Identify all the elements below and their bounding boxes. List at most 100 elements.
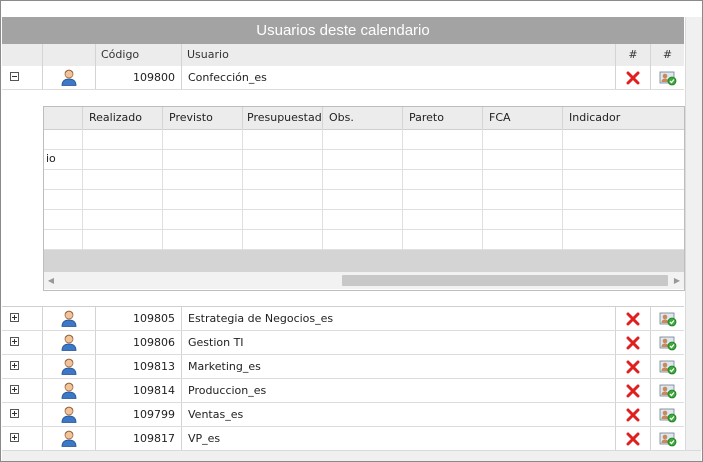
subgrid-horizontal-scrollbar[interactable]: ◀ ▶ [44, 272, 684, 289]
subgrid-header-presupuestado[interactable]: Presupuestado [243, 107, 323, 129]
subgrid-header-indicador[interactable]: Indicador [563, 107, 684, 129]
user-icon [43, 66, 96, 89]
table-row[interactable]: 109817 VP_es [2, 427, 684, 451]
subgrid-cell[interactable] [403, 129, 483, 149]
subgrid-cell[interactable] [163, 169, 243, 189]
expand-row-button[interactable] [10, 433, 19, 442]
subgrid-cell[interactable] [83, 189, 163, 209]
subgrid-cell[interactable] [83, 169, 163, 189]
subgrid-cell[interactable] [163, 129, 243, 149]
header-code[interactable]: Código [96, 44, 182, 66]
user-assign-icon[interactable] [651, 427, 684, 450]
subgrid-cell[interactable] [44, 229, 83, 249]
subgrid-cell[interactable] [483, 189, 563, 209]
subgrid-cell[interactable] [44, 209, 83, 229]
subgrid-cell[interactable] [243, 169, 323, 189]
subgrid-cell[interactable] [403, 229, 483, 249]
subgrid-cell[interactable] [83, 229, 163, 249]
subgrid-cell[interactable] [163, 229, 243, 249]
expand-row-button[interactable] [10, 409, 19, 418]
subgrid-row[interactable] [44, 169, 684, 190]
subgrid-cell[interactable] [83, 149, 163, 169]
table-row[interactable]: 109806 Gestion TI [2, 331, 684, 355]
subgrid-cell[interactable] [403, 189, 483, 209]
subgrid-cell[interactable] [323, 129, 403, 149]
vertical-scrollbar[interactable] [685, 17, 702, 450]
scrollbar-thumb[interactable] [342, 275, 668, 286]
delete-x-icon[interactable] [616, 66, 651, 89]
subgrid-row[interactable] [44, 189, 684, 210]
user-assign-icon[interactable] [651, 307, 684, 330]
subgrid-cell[interactable] [163, 189, 243, 209]
expand-row-button[interactable] [10, 361, 19, 370]
table-row[interactable]: 109813 Marketing_es [2, 355, 684, 379]
user-assign-icon[interactable] [651, 66, 684, 89]
subgrid-header-obs[interactable]: Obs. [323, 107, 403, 129]
user-assign-icon[interactable] [651, 403, 684, 426]
subgrid-cell[interactable] [403, 169, 483, 189]
user-assign-icon[interactable] [651, 355, 684, 378]
expand-row-button[interactable] [10, 337, 19, 346]
expand-row-button[interactable] [10, 385, 19, 394]
subgrid-cell[interactable] [83, 209, 163, 229]
delete-x-icon[interactable] [616, 379, 651, 402]
user-assign-icon[interactable] [651, 379, 684, 402]
subgrid-cell[interactable] [483, 149, 563, 169]
delete-x-icon[interactable] [616, 427, 651, 450]
subgrid-cell[interactable] [243, 129, 323, 149]
subgrid-cell[interactable] [243, 209, 323, 229]
subgrid-cell[interactable] [243, 229, 323, 249]
delete-x-icon[interactable] [616, 355, 651, 378]
subgrid-cell[interactable] [243, 149, 323, 169]
delete-x-icon[interactable] [616, 403, 651, 426]
delete-x-icon[interactable] [616, 307, 651, 330]
subgrid-cell[interactable] [323, 189, 403, 209]
subgrid-cell[interactable] [163, 149, 243, 169]
header-user[interactable]: Usuario [182, 44, 616, 66]
subgrid-cell[interactable] [403, 209, 483, 229]
table-row-expanded[interactable]: 109800 Confección_es [2, 66, 684, 90]
subgrid-cell[interactable] [44, 189, 83, 209]
collapse-row-button[interactable] [10, 72, 19, 81]
subgrid-cell[interactable] [243, 189, 323, 209]
subgrid-cell[interactable] [563, 149, 684, 169]
subgrid-cell[interactable] [323, 169, 403, 189]
subgrid-row[interactable]: io [44, 149, 684, 170]
user-assign-icon[interactable] [651, 331, 684, 354]
subgrid-cell[interactable] [83, 129, 163, 149]
row-user: Gestion TI [182, 331, 616, 354]
subgrid-cell[interactable] [403, 149, 483, 169]
subgrid-cell[interactable] [44, 169, 83, 189]
subgrid-cell[interactable] [483, 169, 563, 189]
subgrid-row[interactable] [44, 229, 684, 250]
table-row[interactable]: 109814 Produccion_es [2, 379, 684, 403]
scroll-left-icon[interactable]: ◀ [44, 272, 58, 289]
subgrid-cell[interactable] [563, 189, 684, 209]
subgrid-cell[interactable] [483, 209, 563, 229]
subgrid-row[interactable] [44, 129, 684, 150]
row-code: 109805 [96, 307, 182, 330]
subgrid-cell[interactable] [563, 229, 684, 249]
subgrid-header-realizado[interactable]: Realizado [83, 107, 163, 129]
subgrid-cell[interactable] [483, 129, 563, 149]
scroll-right-icon[interactable]: ▶ [670, 272, 684, 289]
horizontal-scrollbar[interactable] [2, 450, 701, 461]
subgrid-cell[interactable] [323, 149, 403, 169]
subgrid-cell[interactable]: io [44, 149, 83, 169]
expand-row-button[interactable] [10, 313, 19, 322]
subgrid-cell[interactable] [44, 129, 83, 149]
subgrid-cell[interactable] [163, 209, 243, 229]
delete-x-icon[interactable] [616, 331, 651, 354]
subgrid-row[interactable] [44, 209, 684, 230]
subgrid-header-fca[interactable]: FCA [483, 107, 563, 129]
subgrid-cell[interactable] [323, 229, 403, 249]
subgrid-cell[interactable] [563, 209, 684, 229]
table-row[interactable]: 109799 Ventas_es [2, 403, 684, 427]
subgrid-cell[interactable] [563, 169, 684, 189]
table-row[interactable]: 109805 Estrategia de Negocios_es [2, 307, 684, 331]
subgrid-cell[interactable] [563, 129, 684, 149]
subgrid-header-previsto[interactable]: Previsto [163, 107, 243, 129]
subgrid-header-pareto[interactable]: Pareto [403, 107, 483, 129]
subgrid-cell[interactable] [323, 209, 403, 229]
subgrid-cell[interactable] [483, 229, 563, 249]
